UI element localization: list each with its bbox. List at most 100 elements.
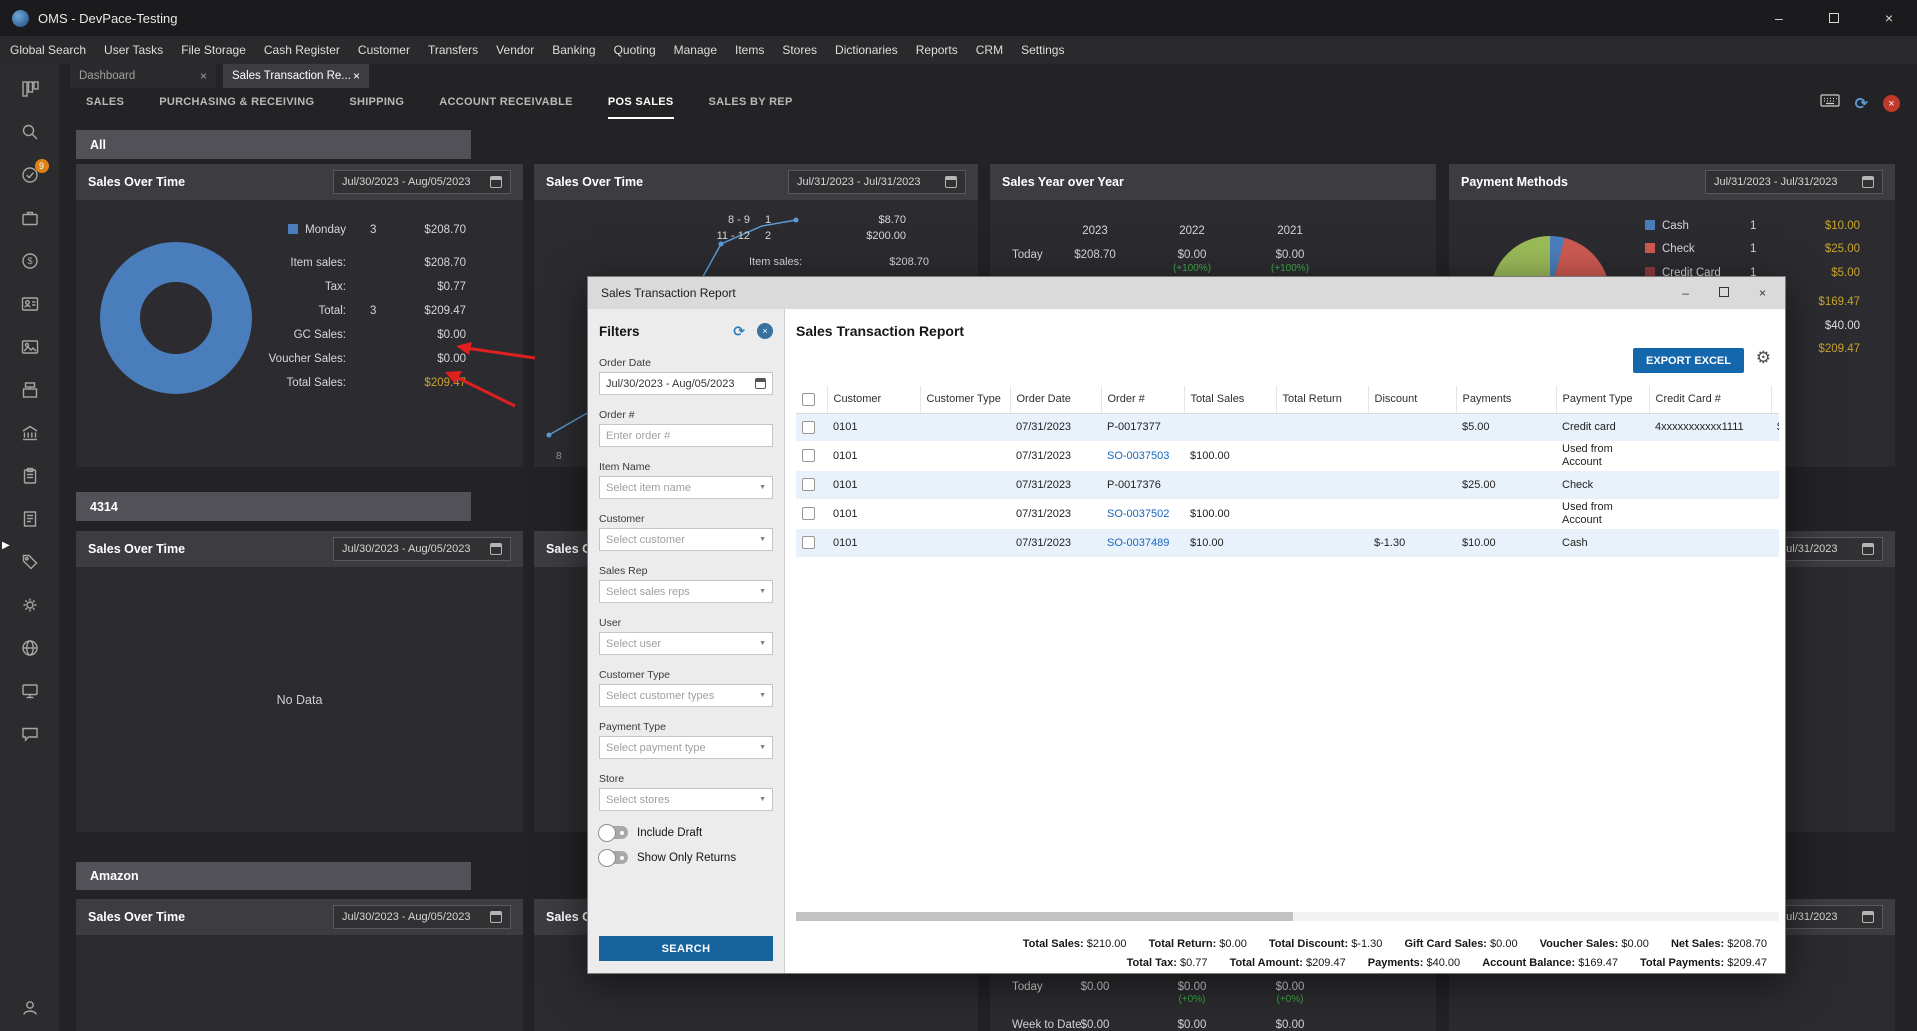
order-link[interactable]: SO-0037489 — [1101, 529, 1184, 557]
tasks-icon[interactable]: 9 — [19, 159, 49, 186]
row-checkbox[interactable] — [802, 507, 815, 521]
cash-register-icon[interactable] — [19, 379, 41, 401]
globe-icon[interactable] — [19, 637, 41, 659]
close-report-icon[interactable]: × — [1883, 95, 1900, 112]
customer-type-select[interactable]: Select customer types ▼ — [599, 684, 773, 707]
dialog-minimize-button[interactable]: – — [1682, 287, 1689, 299]
table-row[interactable]: 0101 07/31/2023 SO-0037489 $10.00 $-1.30 $… — [796, 529, 1779, 557]
panel-title: Sales Over Time — [88, 175, 186, 189]
date-range-picker[interactable]: Jul/30/2023 - Aug/05/2023 — [333, 537, 511, 561]
menu-customer[interactable]: Customer — [358, 43, 410, 57]
sidebar-expander-icon[interactable]: ▶ — [2, 540, 10, 551]
user-icon[interactable] — [19, 997, 41, 1019]
scrollbar-thumb[interactable] — [796, 912, 1293, 921]
menu-global-search[interactable]: Global Search — [10, 43, 86, 57]
boards-icon[interactable] — [19, 78, 41, 100]
item-name-select[interactable]: Select item name ▼ — [599, 476, 773, 499]
menu-cash-register[interactable]: Cash Register — [264, 43, 340, 57]
bank-icon[interactable] — [19, 422, 41, 444]
dialog-titlebar[interactable]: Sales Transaction Report – × — [588, 277, 1785, 309]
briefcase-icon[interactable] — [19, 207, 41, 229]
refresh-icon[interactable]: ⟳ — [1855, 94, 1868, 114]
menu-transfers[interactable]: Transfers — [428, 43, 478, 57]
date-range-picker[interactable]: Jul/30/2023 - Aug/05/2023 — [333, 170, 511, 194]
chevron-down-icon: ▼ — [759, 692, 766, 699]
date-range-picker[interactable]: Jul/30/2023 - Aug/05/2023 — [333, 905, 511, 929]
sales-rep-select[interactable]: Select sales reps ▼ — [599, 580, 773, 603]
user-select[interactable]: Select user ▼ — [599, 632, 773, 655]
dialog-maximize-button[interactable] — [1718, 287, 1729, 299]
keyboard-icon[interactable] — [1819, 93, 1840, 114]
contacts-icon[interactable] — [19, 293, 41, 315]
dialog-close-button[interactable]: × — [1759, 287, 1766, 299]
payment-type-select[interactable]: Select payment type ▼ — [599, 736, 773, 759]
date-range-picker[interactable]: Jul/31/2023 - Jul/31/2023 — [788, 170, 966, 194]
subtab-pos-sales[interactable]: POS SALES — [608, 88, 674, 119]
search-button[interactable]: SEARCH — [599, 936, 773, 961]
store-select[interactable]: Select stores ▼ — [599, 788, 773, 811]
window-close-button[interactable]: × — [1885, 11, 1893, 25]
clipboard-icon[interactable] — [19, 465, 41, 487]
red-annotation-arrows — [445, 342, 536, 408]
row-checkbox[interactable] — [802, 536, 815, 550]
settings-gear-icon[interactable] — [19, 594, 41, 616]
include-draft-toggle[interactable] — [598, 824, 628, 842]
chat-icon[interactable] — [19, 723, 41, 745]
horizontal-scrollbar[interactable] — [796, 912, 1779, 921]
row-checkbox[interactable] — [802, 420, 815, 434]
subtab-sales-by-rep[interactable]: SALES BY REP — [709, 88, 793, 119]
menu-manage[interactable]: Manage — [674, 43, 717, 57]
menu-stores[interactable]: Stores — [782, 43, 817, 57]
date-range-picker[interactable]: Jul/31/2023 - Jul/31/2023 — [1705, 170, 1883, 194]
table-row[interactable]: 0101 07/31/2023 P-0017376 $25.00 Check — [796, 471, 1779, 499]
notes-icon[interactable] — [19, 508, 41, 530]
media-icon[interactable] — [19, 336, 41, 358]
table-row[interactable]: 0101 07/31/2023 SO-0037503 $100.00 Used f… — [796, 441, 1779, 471]
select-all-checkbox[interactable] — [802, 392, 815, 406]
tab-close-icon[interactable]: × — [200, 69, 207, 83]
filters-refresh-icon[interactable]: ⟳ — [733, 323, 745, 340]
maximize-icon — [1718, 287, 1729, 297]
order-link[interactable]: SO-0037502 — [1101, 499, 1184, 529]
order-number-input[interactable] — [599, 424, 773, 447]
menu-vendor[interactable]: Vendor — [496, 43, 534, 57]
table-row[interactable]: 0101 07/31/2023 P-0017377 $5.00 Credit ca… — [796, 413, 1779, 441]
menu-file-storage[interactable]: File Storage — [181, 43, 246, 57]
menu-banking[interactable]: Banking — [552, 43, 595, 57]
menu-user-tasks[interactable]: User Tasks — [104, 43, 163, 57]
menu-crm[interactable]: CRM — [976, 43, 1003, 57]
tab-sales-transaction-report[interactable]: Sales Transaction Re... × — [223, 64, 369, 88]
table-row[interactable]: 0101 07/31/2023 SO-0037502 $100.00 Used f… — [796, 499, 1779, 529]
row-checkbox[interactable] — [802, 478, 815, 492]
menu-quoting[interactable]: Quoting — [614, 43, 656, 57]
sales-dollar-icon[interactable]: $ — [19, 250, 41, 272]
order-date-input[interactable]: Jul/30/2023 - Aug/05/2023 — [599, 372, 773, 395]
menu-settings[interactable]: Settings — [1021, 43, 1064, 57]
subtab-purchasing-receiving[interactable]: PURCHASING & RECEIVING — [159, 88, 314, 119]
stat-row: Total Sales: $209.47 — [286, 377, 466, 389]
tab-strip: Dashboard × Sales Transaction Re... × — [59, 64, 1917, 88]
filters-close-icon[interactable]: × — [757, 323, 773, 339]
tab-close-icon[interactable]: × — [353, 69, 360, 83]
export-excel-button[interactable]: EXPORT EXCEL — [1633, 348, 1744, 373]
customer-select[interactable]: Select customer ▼ — [599, 528, 773, 551]
menu-reports[interactable]: Reports — [916, 43, 958, 57]
window-maximize-button[interactable] — [1828, 11, 1839, 25]
menu-items[interactable]: Items — [735, 43, 764, 57]
menu-dictionaries[interactable]: Dictionaries — [835, 43, 898, 57]
tags-icon[interactable] — [19, 551, 41, 573]
tab-dashboard[interactable]: Dashboard × — [70, 64, 216, 88]
subtab-shipping[interactable]: SHIPPING — [349, 88, 404, 119]
calendar-icon — [1862, 176, 1874, 188]
order-link[interactable]: SO-0037503 — [1101, 441, 1184, 471]
chevron-down-icon: ▼ — [759, 640, 766, 647]
search-icon[interactable] — [19, 121, 41, 143]
monitor-icon[interactable] — [19, 680, 41, 702]
window-minimize-button[interactable]: – — [1775, 11, 1783, 25]
row-checkbox[interactable] — [802, 449, 815, 463]
subtab-sales[interactable]: SALES — [86, 88, 124, 119]
subtab-account-receivable[interactable]: ACCOUNT RECEIVABLE — [439, 88, 573, 119]
sales-transaction-report-dialog: Sales Transaction Report – × Filters ⟳ ×… — [587, 276, 1786, 974]
show-only-returns-toggle[interactable] — [598, 849, 628, 867]
table-settings-gear-icon[interactable]: ⚙ — [1756, 349, 1771, 366]
